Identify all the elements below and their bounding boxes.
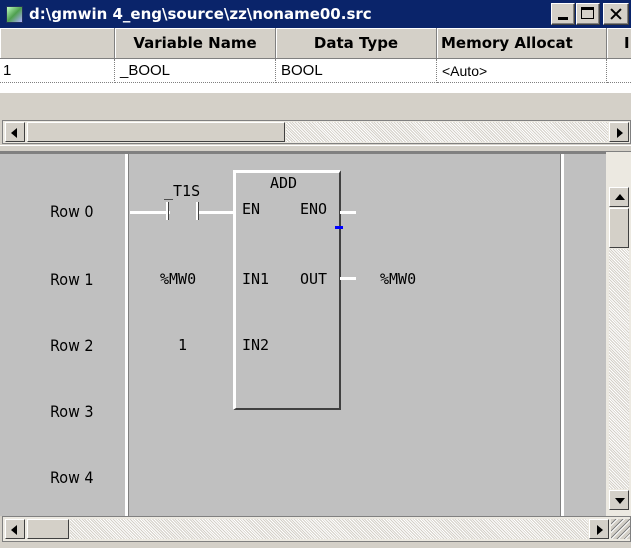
eno-stub xyxy=(340,211,356,214)
ladder-diagram-area[interactable]: Row 0 Row 1 Row 2 Row 3 Row 4 _T1S ADD E… xyxy=(0,152,606,516)
row-label-2: Row 2 xyxy=(50,336,94,355)
rung-wire xyxy=(130,211,170,214)
minimize-button[interactable] xyxy=(551,3,575,25)
in2-operand[interactable]: 1 xyxy=(178,336,187,354)
data-type-cell[interactable]: BOOL xyxy=(276,59,437,83)
pane-splitter[interactable] xyxy=(0,145,631,152)
out-operand[interactable]: %MW0 xyxy=(380,270,416,288)
cursor-marker xyxy=(335,226,343,229)
scroll-left-button[interactable] xyxy=(5,122,25,142)
app-icon[interactable] xyxy=(6,6,23,23)
column-header-index[interactable] xyxy=(0,28,115,59)
block-name: ADD xyxy=(270,174,298,192)
row-label-4: Row 4 xyxy=(50,468,94,487)
pin-in1: IN1 xyxy=(242,270,270,288)
left-power-rail xyxy=(125,154,129,516)
in1-operand[interactable]: %MW0 xyxy=(160,270,196,288)
out-stub xyxy=(340,277,356,280)
table-horizontal-scrollbar[interactable] xyxy=(2,120,631,144)
table-row-index[interactable]: 1 xyxy=(0,59,115,83)
window-title: d:\gmwin 4_eng\source\zz\noname00.src xyxy=(29,5,372,23)
column-header-next[interactable]: I xyxy=(607,28,631,59)
pin-out: OUT xyxy=(300,270,328,288)
column-header-data-type[interactable]: Data Type xyxy=(276,28,437,59)
ladder-scroll-right-button[interactable] xyxy=(589,519,609,539)
variable-table: Variable Name Data Type Memory Allocat I… xyxy=(0,28,631,93)
scroll-right-button[interactable] xyxy=(609,122,629,142)
ladder-scroll-track[interactable] xyxy=(70,519,588,539)
right-power-rail xyxy=(560,154,564,516)
contact-left-bar xyxy=(166,202,169,220)
maximize-button[interactable] xyxy=(576,3,600,25)
scroll-track[interactable] xyxy=(286,122,608,142)
row-label-1: Row 1 xyxy=(50,270,94,289)
scroll-thumb[interactable] xyxy=(27,122,285,142)
ladder-horizontal-scrollbar[interactable] xyxy=(2,516,631,542)
pin-in2: IN2 xyxy=(242,336,270,354)
vertical-scroll-thumb[interactable] xyxy=(609,208,629,248)
scroll-up-button[interactable] xyxy=(609,187,629,207)
ladder-scroll-thumb[interactable] xyxy=(27,519,69,539)
close-button[interactable] xyxy=(603,3,629,25)
row-label-0: Row 0 xyxy=(50,202,94,221)
rung-wire-to-block xyxy=(199,211,233,214)
vertical-scroll-track[interactable] xyxy=(609,249,629,489)
scroll-down-button[interactable] xyxy=(609,490,629,510)
column-header-memory-allocation[interactable]: Memory Allocat xyxy=(437,28,607,59)
pin-eno: ENO xyxy=(300,200,328,218)
memory-allocation-cell[interactable]: <Auto> xyxy=(437,59,607,83)
variable-name-cell[interactable]: _BOOL xyxy=(115,59,276,83)
table-cell-extra[interactable] xyxy=(607,59,631,83)
contact-label[interactable]: _T1S xyxy=(164,182,200,200)
column-header-variable-name[interactable]: Variable Name xyxy=(115,28,276,59)
resize-grip-icon[interactable] xyxy=(611,519,630,539)
ladder-scroll-left-button[interactable] xyxy=(5,519,25,539)
pin-en: EN xyxy=(242,200,261,218)
ladder-vertical-scrollbar[interactable] xyxy=(606,152,631,516)
row-label-3: Row 3 xyxy=(50,402,94,421)
